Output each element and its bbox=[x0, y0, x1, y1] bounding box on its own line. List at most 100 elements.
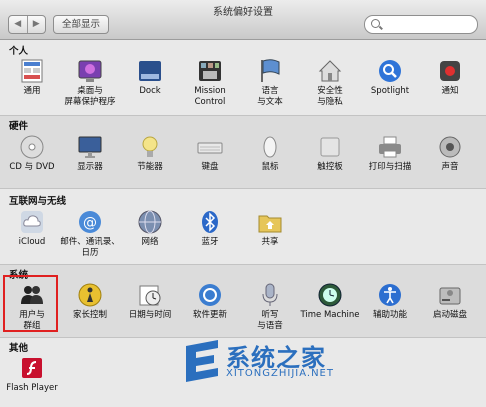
pane-label: 显示器 bbox=[77, 162, 103, 172]
pane-print-scan[interactable]: 打印与扫描 bbox=[358, 134, 422, 173]
nav-buttons: ◀ ▶ bbox=[8, 15, 46, 34]
pane-label: 通知 bbox=[441, 86, 459, 96]
pane-trackpad[interactable]: 触控板 bbox=[298, 134, 362, 173]
mouse-icon bbox=[263, 136, 277, 158]
display-icon bbox=[78, 136, 102, 158]
pane-label: 节能器 bbox=[137, 162, 163, 172]
watermark-logo-icon bbox=[186, 340, 218, 382]
pane-label: 邮件、通讯录、 日历 bbox=[60, 237, 120, 258]
pane-displays[interactable]: 显示器 bbox=[58, 134, 122, 173]
pane-label: 共享 bbox=[261, 237, 279, 247]
pane-keyboard[interactable]: 键盘 bbox=[178, 134, 242, 173]
forward-button[interactable]: ▶ bbox=[26, 16, 46, 33]
notifications-icon bbox=[440, 61, 460, 81]
search-field[interactable] bbox=[364, 15, 478, 34]
pane-label: 鼠标 bbox=[261, 162, 279, 172]
pane-icloud[interactable]: iCloud bbox=[0, 209, 64, 248]
pane-network[interactable]: 网络 bbox=[118, 209, 182, 248]
security-house-icon bbox=[318, 60, 342, 82]
pane-bluetooth[interactable]: 蓝牙 bbox=[178, 209, 242, 248]
software-update-icon bbox=[199, 284, 221, 306]
pane-security-privacy[interactable]: 安全性 与隐私 bbox=[298, 58, 362, 108]
dock-icon bbox=[139, 61, 161, 81]
pane-label: 家长控制 bbox=[72, 310, 107, 320]
speaker-icon bbox=[439, 136, 461, 158]
section-title: 互联网与无线 bbox=[9, 196, 67, 207]
pane-energy-saver[interactable]: 节能器 bbox=[118, 134, 182, 173]
back-button[interactable]: ◀ bbox=[9, 16, 27, 33]
pane-label: Dock bbox=[139, 86, 161, 96]
watermark-url: XITONGZHIJIA.NET bbox=[226, 368, 334, 379]
watermark-logo: 系统之家 XITONGZHIJIA.NET bbox=[182, 334, 382, 390]
pane-cd-dvd[interactable]: CD 与 DVD bbox=[0, 134, 64, 173]
search-icon bbox=[371, 19, 380, 28]
mission-control-icon bbox=[199, 61, 221, 81]
pane-general[interactable]: 通用 bbox=[0, 58, 64, 97]
pane-label: Time Machine bbox=[300, 310, 360, 320]
pane-label: Mission Control bbox=[194, 86, 226, 107]
clock-icon bbox=[139, 285, 161, 306]
pane-label: 蓝牙 bbox=[201, 237, 219, 247]
window-toolbar: 系统偏好设置 ◀ ▶ 全部显示 bbox=[0, 0, 486, 40]
pane-label: 声音 bbox=[441, 162, 459, 172]
pane-mouse[interactable]: 鼠标 bbox=[238, 134, 302, 173]
printer-icon bbox=[379, 136, 401, 158]
pane-dock[interactable]: Dock bbox=[118, 58, 182, 97]
pane-label: CD 与 DVD bbox=[9, 162, 55, 172]
pane-label: 桌面与 屏幕保护程序 bbox=[64, 86, 116, 107]
pane-startup-disk[interactable]: 启动磁盘 bbox=[418, 282, 482, 321]
pane-label: 启动磁盘 bbox=[432, 310, 467, 320]
highlight-box bbox=[3, 275, 58, 332]
pane-spotlight[interactable]: Spotlight bbox=[358, 58, 422, 97]
globe-icon bbox=[138, 210, 162, 234]
lightbulb-icon bbox=[142, 136, 158, 157]
pane-label: iCloud bbox=[18, 237, 46, 247]
trackpad-icon bbox=[320, 137, 340, 157]
svg-text:@: @ bbox=[83, 215, 97, 231]
pane-label: 通用 bbox=[23, 86, 41, 96]
pane-time-machine[interactable]: Time Machine bbox=[298, 282, 362, 321]
pane-sound[interactable]: 声音 bbox=[418, 134, 482, 173]
pane-desktop-screensaver[interactable]: 桌面与 屏幕保护程序 bbox=[58, 58, 122, 108]
keyboard-icon bbox=[197, 142, 223, 154]
general-icon bbox=[21, 59, 43, 83]
accessibility-icon bbox=[379, 284, 401, 306]
pane-notifications[interactable]: 通知 bbox=[418, 58, 482, 97]
pane-label: 语言 与文本 bbox=[257, 86, 283, 107]
pane-label: 键盘 bbox=[201, 162, 219, 172]
icloud-icon bbox=[21, 211, 43, 233]
section-hardware: 硬件 CD 与 DVD 显示器 节能器 键盘 鼠标 触控板 打印与扫描 声音 bbox=[0, 116, 486, 189]
pane-flash-player[interactable]: Flash Player bbox=[0, 355, 64, 394]
pane-accessibility[interactable]: 辅助功能 bbox=[358, 282, 422, 321]
pane-label: 软件更新 bbox=[192, 310, 227, 320]
section-title: 个人 bbox=[9, 46, 29, 57]
pane-software-update[interactable]: 软件更新 bbox=[178, 282, 242, 321]
pane-dictation-speech[interactable]: 听写 与语音 bbox=[238, 282, 302, 332]
pane-label: 日期与时间 bbox=[128, 310, 172, 320]
pane-label: 听写 与语音 bbox=[257, 310, 283, 331]
pane-sharing[interactable]: 共享 bbox=[238, 209, 302, 248]
bluetooth-icon bbox=[202, 211, 218, 233]
desktop-icon bbox=[78, 60, 102, 82]
section-system: 系统 用户与 群组 家长控制 日期与时间 软件更新 听写 与语音 Time Ma… bbox=[0, 265, 486, 338]
section-title: 硬件 bbox=[9, 121, 29, 132]
pane-label: Flash Player bbox=[6, 383, 58, 393]
pane-label: Spotlight bbox=[370, 86, 410, 96]
at-sign-icon: @ bbox=[79, 211, 101, 233]
microphone-icon bbox=[262, 283, 278, 306]
pane-label: 辅助功能 bbox=[372, 310, 407, 320]
pane-parental-controls[interactable]: 家长控制 bbox=[58, 282, 122, 321]
section-internet-wireless: 互联网与无线 iCloud @ 邮件、通讯录、 日历 网络 蓝牙 共享 bbox=[0, 189, 486, 265]
pane-mail-contacts-calendars[interactable]: @ 邮件、通讯录、 日历 bbox=[58, 209, 122, 259]
language-flag-icon bbox=[261, 59, 280, 82]
pane-mission-control[interactable]: Mission Control bbox=[178, 58, 242, 108]
pane-label: 安全性 与隐私 bbox=[317, 86, 343, 107]
pane-language-text[interactable]: 语言 与文本 bbox=[238, 58, 302, 108]
section-title: 其他 bbox=[9, 343, 29, 354]
flash-player-icon bbox=[22, 358, 42, 378]
show-all-button[interactable]: 全部显示 bbox=[53, 15, 109, 34]
pane-label: 打印与扫描 bbox=[368, 162, 412, 172]
pane-date-time[interactable]: 日期与时间 bbox=[118, 282, 182, 321]
section-personal: 个人 通用 桌面与 屏幕保护程序 Dock Mission Control 语言… bbox=[0, 40, 486, 116]
disc-icon bbox=[20, 135, 44, 159]
